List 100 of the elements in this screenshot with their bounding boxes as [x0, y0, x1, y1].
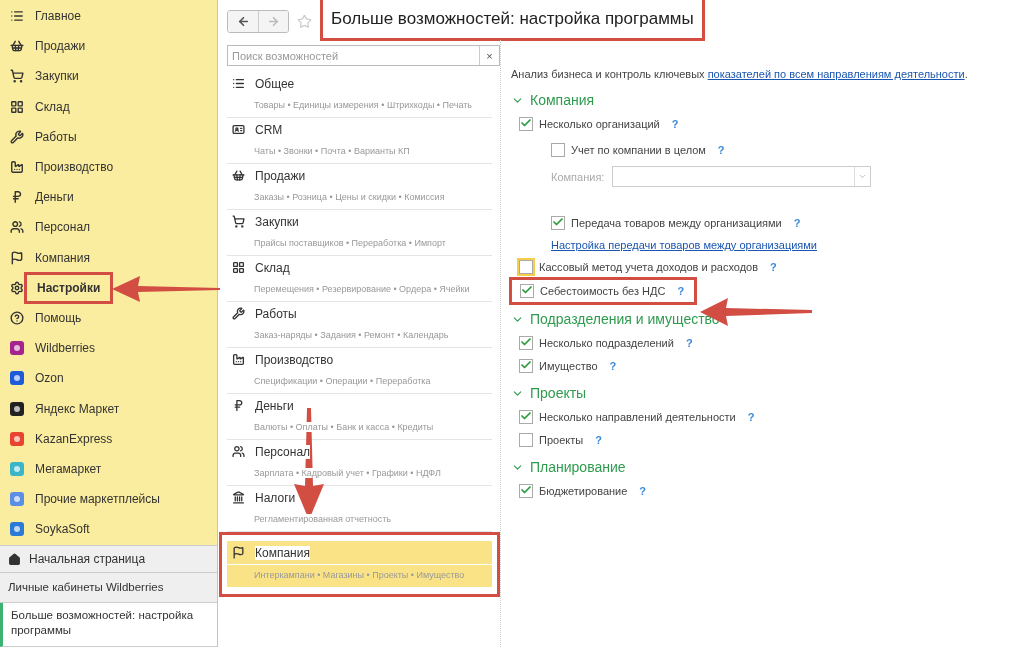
forward-arrow-icon — [267, 14, 280, 28]
menu-icon — [10, 220, 24, 235]
settings-link[interactable]: Настройка передачи товаров между организациями — [551, 239, 817, 251]
help-link[interactable]: ? — [671, 118, 679, 130]
option-label: Бюджетирование — [539, 485, 628, 497]
menu-icon — [10, 69, 24, 84]
help-link[interactable]: ? — [770, 261, 777, 273]
sidebar-item[interactable]: Производство — [0, 151, 217, 183]
help-link[interactable]: ? — [609, 360, 617, 372]
option-label: Учет по компании в целом — [571, 144, 706, 156]
help-link[interactable]: ? — [685, 337, 693, 349]
section-subtitle: Спецификации • Операции • Переработка — [254, 376, 431, 386]
help-link[interactable]: ? — [595, 434, 602, 446]
field-label: Компания: — [551, 170, 605, 183]
group-header[interactable]: Проекты — [511, 385, 1024, 401]
option-label: Несколько направлений деятельности — [539, 411, 736, 423]
group-header[interactable]: Планирование — [511, 459, 1024, 475]
section-subtitle: Прайсы поставщиков • Переработка • Импорт — [254, 238, 446, 248]
section-subtitle: Чаты • Звонки • Почта • Варианты КП — [254, 146, 410, 156]
section-icon — [232, 261, 245, 274]
help-link[interactable]: ? — [677, 285, 685, 297]
section-item[interactable]: Работы Заказ-наряды • Задания • Ремонт • Календарь — [227, 302, 492, 348]
section-icon — [232, 123, 245, 136]
open-window-tab[interactable]: Больше возможностей: настройка программы — [0, 603, 217, 647]
section-item[interactable]: Производство Спецификации • Операции • Переработка — [227, 348, 492, 394]
menu-icon — [10, 99, 24, 114]
help-link[interactable]: ? — [639, 485, 647, 497]
sidebar-item[interactable]: Помощь — [0, 302, 217, 334]
sidebar-item[interactable]: Работы — [0, 121, 217, 152]
marketplace-logo-icon — [10, 371, 24, 386]
section-item[interactable]: Склад Перемещения • Резервирование • Ордера • Ячейки — [227, 256, 492, 302]
sidebar-item[interactable]: Главное — [0, 1, 217, 32]
section-subtitle: Регламентированная отчетность — [254, 514, 392, 524]
menu-icon — [10, 310, 24, 325]
section-subtitle: Интеркампани • Магазины • Проекты • Имущество — [254, 570, 465, 580]
sidebar-item[interactable]: Продажи — [0, 31, 217, 62]
sidebar-item[interactable]: Склад — [0, 91, 217, 122]
section-icon — [232, 445, 245, 458]
sidebar-item[interactable]: Мегамаркет — [0, 453, 217, 484]
section-subtitle: Заказ-наряды • Задания • Ремонт • Календарь — [254, 330, 449, 340]
checkbox[interactable] — [551, 216, 565, 230]
checkbox[interactable] — [551, 143, 565, 157]
section-item[interactable]: Деньги Валюты • Оплаты • Банк и касса • Кредиты — [227, 394, 492, 440]
checkbox[interactable] — [519, 359, 533, 373]
marketplace-logo-icon — [10, 401, 24, 416]
checkbox[interactable] — [519, 410, 533, 424]
option-label: Кассовый метод учета доходов и расходов — [539, 261, 759, 273]
menu-icon — [10, 190, 24, 205]
section-title: Компания — [255, 545, 310, 560]
help-link[interactable]: ? — [717, 144, 725, 156]
intro-text: Анализ бизнеса и контроль ключевых показателей по всем направлениям деятельности. — [511, 68, 969, 80]
section-item[interactable]: Продажи Заказы • Розница • Цены и скидки • Комиссия — [227, 164, 492, 210]
sidebar-item[interactable]: Wildberries — [0, 333, 217, 364]
section-title: Персонал — [255, 444, 311, 459]
help-link[interactable]: ? — [793, 217, 801, 229]
sidebar-item[interactable]: Яндекс Маркет — [0, 393, 217, 424]
back-button[interactable] — [228, 10, 258, 32]
group-header[interactable]: Подразделения и имущество — [511, 311, 1024, 327]
section-item[interactable]: Закупки Прайсы поставщиков • Переработка • Импорт — [227, 210, 492, 256]
menu-icon — [10, 39, 24, 54]
sidebar-item[interactable]: KazanExpress — [0, 423, 217, 454]
checkbox[interactable] — [519, 484, 533, 498]
sidebar-item[interactable]: Ozon — [0, 363, 217, 394]
section-title: Работы — [255, 306, 297, 321]
section-title: Закупки — [255, 214, 299, 229]
sidebar-item[interactable]: Деньги — [0, 182, 217, 213]
section-item[interactable]: Компания Интеркампани • Магазины • Проекты • Имущество — [227, 541, 492, 588]
home-icon — [8, 552, 21, 566]
help-link[interactable]: ? — [747, 411, 755, 423]
sidebar-item[interactable]: Компания — [0, 242, 217, 273]
section-icon — [232, 77, 245, 90]
sidebar-item[interactable]: Закупки — [0, 61, 217, 92]
option-label: Несколько подразделений — [539, 337, 674, 349]
group-header[interactable]: Компания — [511, 92, 1024, 108]
section-icon — [232, 546, 245, 559]
option-label: Несколько организаций — [539, 118, 660, 130]
indicators-link[interactable]: показателей по всем направлениям деятельности — [707, 68, 965, 80]
checkbox[interactable] — [520, 284, 534, 298]
sidebar-item[interactable]: Персонал — [0, 212, 217, 243]
section-subtitle: Валюты • Оплаты • Банк и касса • Кредиты — [254, 422, 434, 432]
marketplace-logo-icon — [10, 431, 24, 446]
sidebar-item[interactable]: Прочие маркетплейсы — [0, 484, 217, 515]
checkbox[interactable] — [519, 433, 533, 447]
section-title: Общее — [255, 76, 295, 91]
menu-icon — [10, 160, 24, 175]
section-item[interactable]: CRM Чаты • Звонки • Почта • Варианты КП — [227, 118, 492, 164]
window-title: Больше возможностей: настройка программы — [331, 9, 694, 29]
section-item[interactable]: Общее Товары • Единицы измерения • Штрихкоды • Печать — [227, 72, 492, 118]
favorite-star-icon[interactable] — [297, 13, 312, 29]
marketplace-logo-icon — [10, 522, 24, 537]
home-link[interactable]: Начальная страница — [0, 545, 217, 573]
search-field[interactable]: Поиск возможностей × — [227, 45, 500, 66]
option-label: Имущество — [539, 360, 598, 372]
menu-icon — [10, 9, 24, 24]
section-title: CRM — [255, 122, 283, 137]
sidebar-item[interactable]: SoykaSoft — [0, 514, 217, 545]
checkbox[interactable] — [519, 117, 533, 131]
marketplace-logo-icon — [10, 492, 24, 507]
checkbox[interactable] — [519, 336, 533, 350]
option-label: Себестоимость без НДС — [540, 285, 666, 297]
